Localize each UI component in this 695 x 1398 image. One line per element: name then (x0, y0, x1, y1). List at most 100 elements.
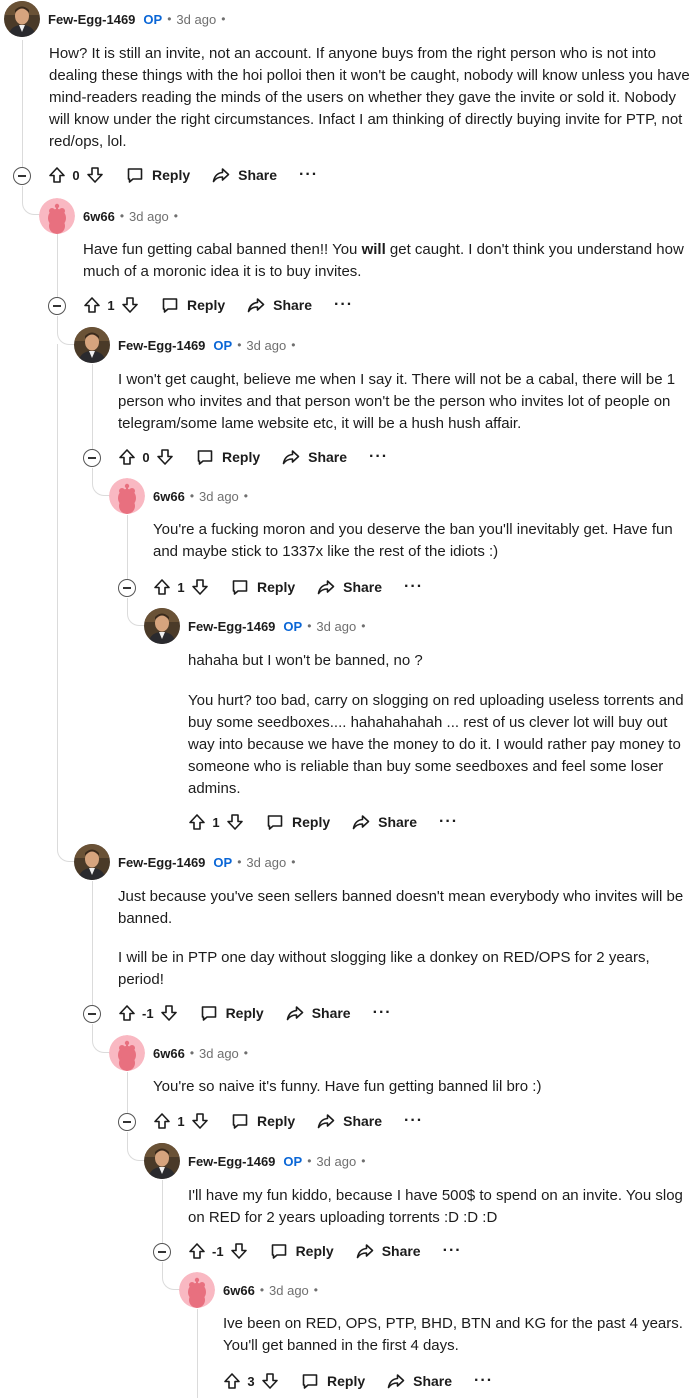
comment-body: Have fun getting cabal banned then!! You… (83, 235, 695, 283)
share-button[interactable]: Share (317, 578, 382, 596)
avatar[interactable] (74, 327, 110, 363)
reply-button[interactable]: Reply (196, 448, 260, 466)
vote-score: -1 (142, 1005, 154, 1021)
avatar[interactable] (179, 1272, 215, 1308)
vote-score: 0 (142, 449, 150, 465)
upvote-icon[interactable] (153, 1112, 171, 1130)
comment-timestamp[interactable]: 3d ago (316, 1154, 356, 1169)
comment-timestamp[interactable]: 3d ago (199, 1046, 239, 1061)
upvote-icon[interactable] (83, 296, 101, 314)
comment-author[interactable]: 6w66 (223, 1283, 255, 1298)
collapse-thread-button[interactable] (83, 1005, 101, 1023)
avatar[interactable] (109, 1035, 145, 1071)
avatar[interactable] (109, 478, 145, 514)
separator-dot: • (189, 489, 195, 503)
upvote-icon[interactable] (153, 578, 171, 596)
comment-icon (162, 298, 178, 313)
upvote-icon[interactable] (118, 448, 136, 466)
avatar[interactable] (74, 844, 110, 880)
avatar[interactable] (4, 1, 40, 37)
more-options-button[interactable]: ··· (404, 1113, 423, 1129)
upvote-icon[interactable] (188, 1242, 206, 1260)
collapse-thread-button[interactable] (48, 297, 66, 315)
comment-author[interactable]: Few-Egg-1469 (188, 619, 275, 634)
reply-label: Reply (327, 1373, 366, 1389)
reply-button[interactable]: Reply (270, 1242, 334, 1260)
downvote-icon[interactable] (121, 296, 139, 314)
comment-icon (267, 815, 283, 830)
avatar[interactable] (39, 198, 75, 234)
comment-author[interactable]: 6w66 (153, 1046, 185, 1061)
vote-score: 0 (72, 167, 80, 183)
comment-actions: 1 Reply Share ··· (83, 290, 353, 320)
share-button[interactable]: Share (286, 1004, 351, 1022)
downvote-icon[interactable] (156, 448, 174, 466)
reply-button[interactable]: Reply (231, 1112, 295, 1130)
comment-header: 6w66 • 3d ago • (109, 477, 695, 515)
more-options-button[interactable]: ··· (439, 814, 458, 830)
more-options-button[interactable]: ··· (373, 1005, 392, 1021)
upvote-icon[interactable] (223, 1372, 241, 1390)
more-options-button[interactable]: ··· (334, 297, 353, 313)
more-options-button[interactable]: ··· (299, 167, 318, 183)
reply-button[interactable]: Reply (126, 166, 190, 184)
comment-timestamp[interactable]: 3d ago (246, 338, 286, 353)
downvote-icon[interactable] (261, 1372, 279, 1390)
comment-timestamp[interactable]: 3d ago (199, 489, 239, 504)
comment-text: Just because you've seen sellers banned … (118, 888, 684, 927)
separator-dot: • (243, 489, 248, 503)
share-button[interactable]: Share (247, 296, 312, 314)
share-label: Share (343, 1113, 383, 1129)
comment-author[interactable]: Few-Egg-1469 (188, 1154, 275, 1169)
downvote-icon[interactable] (86, 166, 104, 184)
share-button[interactable]: Share (356, 1242, 421, 1260)
collapse-thread-button[interactable] (83, 449, 101, 467)
comment-body: I won't get caught, believe me when I sa… (118, 364, 695, 435)
comment-author[interactable]: Few-Egg-1469 (118, 338, 205, 353)
reply-button[interactable]: Reply (266, 813, 330, 831)
share-button[interactable]: Share (387, 1372, 452, 1390)
collapse-thread-button[interactable] (118, 579, 136, 597)
upvote-icon[interactable] (188, 813, 206, 831)
comment: 6w66 • 3d ago • Have fun getting cabal b… (39, 197, 695, 283)
comment-actions: 0 Reply Share ··· (118, 442, 388, 472)
comment-author[interactable]: Few-Egg-1469 (118, 855, 205, 870)
comment: Few-Egg-1469 OP • 3d ago • I won't get c… (74, 326, 695, 435)
downvote-icon[interactable] (191, 1112, 209, 1130)
comment-timestamp[interactable]: 3d ago (316, 619, 356, 634)
separator-dot: • (307, 1154, 312, 1168)
upvote-icon[interactable] (118, 1004, 136, 1022)
downvote-icon[interactable] (230, 1242, 248, 1260)
reply-button[interactable]: Reply (231, 578, 295, 596)
reply-label: Reply (225, 1005, 264, 1021)
comment-header: 6w66 • 3d ago • (109, 1034, 695, 1072)
share-icon (286, 1006, 303, 1021)
more-options-button[interactable]: ··· (369, 449, 388, 465)
collapse-thread-button[interactable] (153, 1243, 171, 1261)
share-button[interactable]: Share (317, 1112, 382, 1130)
reply-button[interactable]: Reply (301, 1372, 365, 1390)
share-button[interactable]: Share (212, 166, 277, 184)
comment-timestamp[interactable]: 3d ago (176, 12, 216, 27)
more-options-button[interactable]: ··· (474, 1373, 493, 1389)
comment-author[interactable]: 6w66 (83, 209, 115, 224)
collapse-thread-button[interactable] (118, 1113, 136, 1131)
collapse-thread-button[interactable] (13, 167, 31, 185)
comment-timestamp[interactable]: 3d ago (269, 1283, 309, 1298)
reply-button[interactable]: Reply (161, 296, 225, 314)
share-button[interactable]: Share (352, 813, 417, 831)
more-options-button[interactable]: ··· (404, 579, 423, 595)
share-button[interactable]: Share (282, 448, 347, 466)
reply-button[interactable]: Reply (200, 1004, 264, 1022)
comment-author[interactable]: Few-Egg-1469 (48, 12, 135, 27)
comment-timestamp[interactable]: 3d ago (129, 209, 169, 224)
avatar[interactable] (144, 1143, 180, 1179)
downvote-icon[interactable] (226, 813, 244, 831)
avatar[interactable] (144, 608, 180, 644)
comment-author[interactable]: 6w66 (153, 489, 185, 504)
upvote-icon[interactable] (48, 166, 66, 184)
comment-timestamp[interactable]: 3d ago (246, 855, 286, 870)
downvote-icon[interactable] (191, 578, 209, 596)
downvote-icon[interactable] (160, 1004, 178, 1022)
more-options-button[interactable]: ··· (443, 1243, 462, 1259)
